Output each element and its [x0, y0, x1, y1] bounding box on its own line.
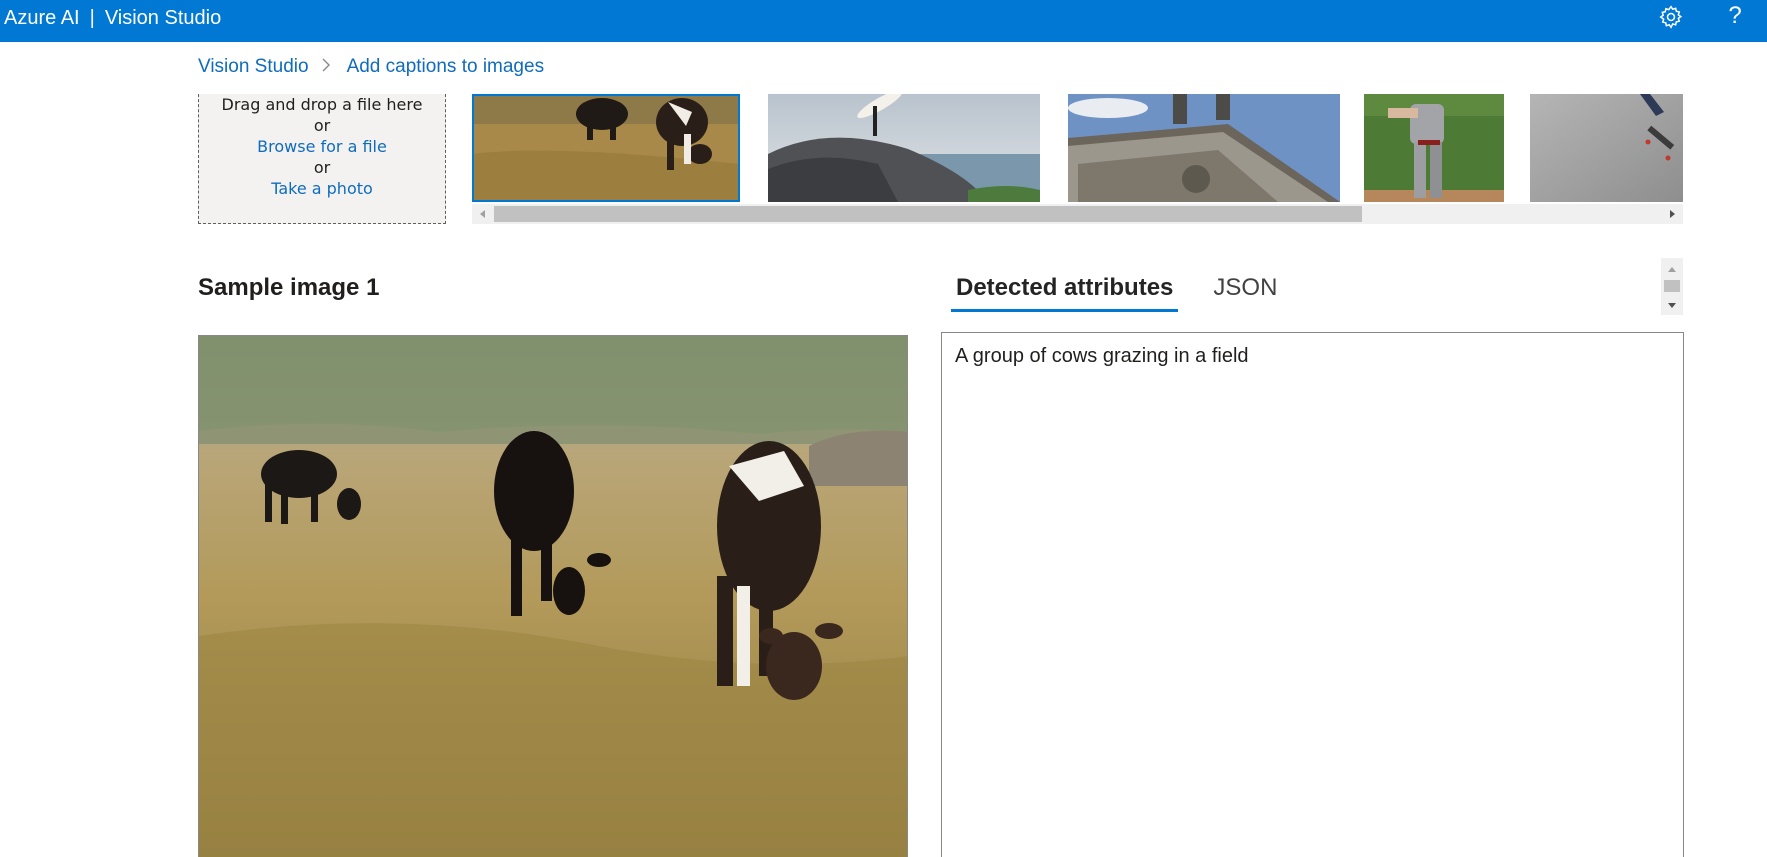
scrollbar-thumb[interactable]	[494, 206, 1362, 222]
breadcrumb-vision-studio[interactable]: Vision Studio	[198, 56, 309, 78]
thumbnail-building[interactable]	[1068, 94, 1340, 202]
brand-left: Azure AI	[4, 7, 80, 29]
scroll-right-icon[interactable]	[1663, 204, 1681, 224]
scroll-left-icon[interactable]	[474, 204, 492, 224]
tabs-scrollbar[interactable]	[1661, 258, 1683, 315]
breadcrumb-add-captions[interactable]: Add captions to images	[347, 56, 545, 78]
app-brand[interactable]: Azure AI | Vision Studio	[4, 0, 221, 36]
or-text: or	[313, 158, 331, 177]
sample-image	[198, 335, 908, 857]
browse-file-link[interactable]: Browse for a file	[199, 136, 445, 157]
dropzone-label: Drag and drop a file here	[221, 95, 423, 114]
tab-detected-attributes[interactable]: Detected attributes	[951, 268, 1179, 312]
brand-separator: |	[89, 7, 95, 29]
chevron-right-icon	[321, 56, 335, 78]
scroll-down-icon[interactable]	[1664, 298, 1680, 312]
sample-image-title: Sample image 1	[198, 274, 380, 301]
breadcrumb: Vision Studio Add captions to images	[198, 56, 544, 78]
caption-result-panel: A group of cows grazing in a field	[941, 332, 1684, 857]
tab-json[interactable]: JSON	[1208, 268, 1282, 312]
upload-dropzone[interactable]: Drag and drop a file here or Browse for …	[198, 94, 446, 224]
take-photo-link[interactable]: Take a photo	[199, 178, 445, 199]
gear-icon[interactable]	[1658, 4, 1684, 30]
or-text: or	[313, 116, 331, 135]
result-tabs: Detected attributes JSON	[951, 268, 1312, 312]
top-bar: Azure AI | Vision Studio ?	[0, 0, 1767, 42]
caption-text: A group of cows grazing in a field	[955, 345, 1249, 367]
thumbnail-skateboarder[interactable]	[1530, 94, 1683, 202]
brand-right: Vision Studio	[104, 7, 222, 29]
thumbnail-baseball[interactable]	[1364, 94, 1504, 202]
scroll-up-icon[interactable]	[1664, 261, 1680, 275]
thumbnail-scrollbar[interactable]	[472, 204, 1683, 224]
help-icon[interactable]: ?	[1722, 0, 1748, 32]
scrollbar-thumb[interactable]	[1664, 280, 1680, 292]
thumbnail-surfer[interactable]	[768, 94, 1040, 202]
thumbnail-cows[interactable]	[472, 94, 740, 202]
